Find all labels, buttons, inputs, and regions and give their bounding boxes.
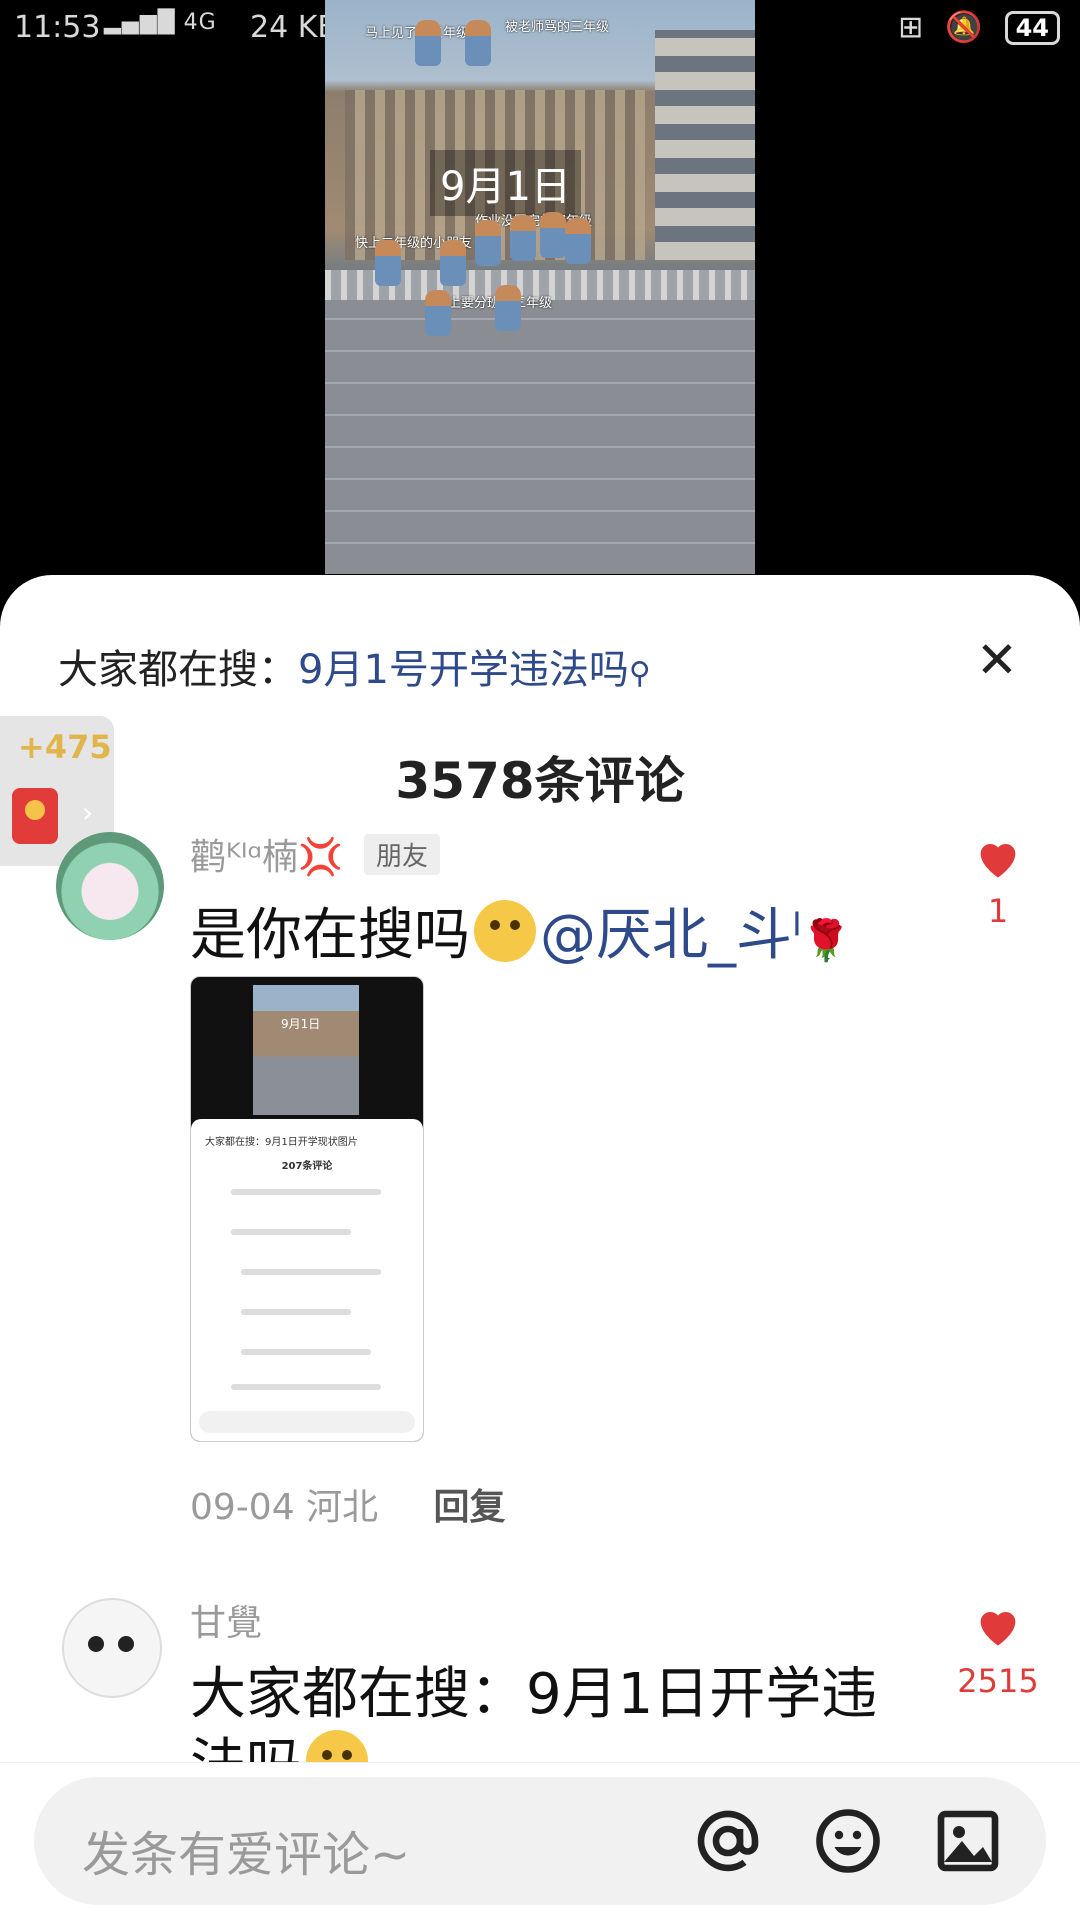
heart-icon[interactable] bbox=[972, 1600, 1024, 1652]
video-figure bbox=[425, 290, 451, 336]
search-icon: ⚲ bbox=[628, 656, 651, 691]
comment-date: 09-04 bbox=[190, 1487, 295, 1528]
comment-input-bar: 发条有爱评论~ bbox=[0, 1762, 1080, 1921]
image-icon[interactable] bbox=[932, 1805, 1004, 1877]
video-date-caption: 9月1日 bbox=[430, 150, 581, 216]
thumbnail-line bbox=[241, 1349, 371, 1355]
chevron-right-icon[interactable]: › bbox=[82, 796, 93, 829]
thumbnail-video bbox=[253, 985, 359, 1115]
thumbnail-line bbox=[241, 1269, 381, 1275]
comment-input[interactable]: 发条有爱评论~ bbox=[34, 1777, 1046, 1905]
video-figure bbox=[415, 20, 441, 66]
video-figure bbox=[475, 220, 501, 266]
signal-icon: ▂▄▆█ 4G bbox=[104, 10, 217, 35]
status-time: 11:53 bbox=[14, 10, 101, 45]
thumbnail-line bbox=[231, 1189, 381, 1195]
thinking-emoji-icon bbox=[474, 900, 536, 962]
comment-location: 河北 bbox=[306, 1487, 379, 1528]
close-icon[interactable]: ✕ bbox=[976, 635, 1018, 685]
avatar[interactable] bbox=[56, 832, 164, 940]
video-figure bbox=[375, 240, 401, 286]
thumbnail-title: 大家都在搜：9月1日开学现状图片 bbox=[205, 1137, 358, 1148]
reply-button[interactable]: 回复 bbox=[434, 1487, 506, 1528]
thumbnail-date: 9月1日 bbox=[281, 1017, 321, 1031]
gamepad-icon: ⊞ bbox=[898, 10, 924, 45]
thumbnail-line bbox=[231, 1229, 351, 1235]
video-figure bbox=[465, 20, 491, 66]
bell-muted-icon: 🔕 bbox=[945, 10, 983, 45]
thumbnail-input bbox=[199, 1411, 415, 1433]
avatar-eye bbox=[88, 1636, 104, 1652]
thumbnail-line bbox=[241, 1309, 351, 1315]
battery-icon: 44 bbox=[1004, 10, 1060, 45]
comment-meta: 09-04 河北 回复 bbox=[190, 1478, 506, 1530]
mention-link[interactable]: @厌北_斗ˡ bbox=[540, 903, 801, 968]
rose-icon: 🌹 bbox=[801, 918, 852, 964]
comment-username[interactable]: 鹳ᴷᴵᵅ楠💢 bbox=[190, 828, 343, 880]
video-figure bbox=[565, 218, 591, 264]
comment-image-thumbnail[interactable]: 9月1日 大家都在搜：9月1日开学现状图片 207条评论 bbox=[190, 976, 424, 1442]
like-count: 1 bbox=[987, 892, 1009, 930]
emoji-icon[interactable] bbox=[812, 1805, 884, 1877]
video-ground bbox=[325, 280, 755, 574]
thumbnail-count: 207条评论 bbox=[281, 1161, 333, 1172]
trending-search[interactable]: 大家都在搜：9月1号开学违法吗⚲ bbox=[58, 637, 651, 695]
video-building-side bbox=[655, 30, 755, 260]
video-figure bbox=[495, 285, 521, 331]
comment-text[interactable]: 是你在搜吗 @厌北_斗ˡ🌹 bbox=[190, 890, 851, 971]
reward-points: +475 bbox=[18, 728, 112, 766]
avatar[interactable] bbox=[62, 1598, 162, 1698]
friend-badge: 朋友 bbox=[364, 834, 441, 875]
trending-search-prefix: 大家都在搜： bbox=[58, 647, 298, 693]
comment-count: 3578条评论 bbox=[395, 752, 685, 810]
comment-username[interactable]: 甘覺 bbox=[190, 1594, 262, 1646]
thumbnail-line bbox=[231, 1384, 381, 1390]
comment-input-placeholder: 发条有爱评论~ bbox=[82, 1827, 411, 1883]
video-figure bbox=[440, 240, 466, 286]
trending-search-keyword[interactable]: 9月1号开学违法吗 bbox=[298, 647, 629, 693]
heart-icon[interactable] bbox=[972, 832, 1024, 884]
like-count: 2515 bbox=[957, 1662, 1039, 1700]
video-figure bbox=[540, 212, 566, 258]
video-preview[interactable]: 9月1日 作业没写完的四年级 快上二年级的小朋友 马上要分班的三年级 被老师骂的… bbox=[325, 0, 755, 574]
video-label: 马上要分班的三年级 bbox=[435, 296, 553, 311]
video-figure bbox=[510, 215, 536, 261]
red-packet-icon bbox=[12, 788, 58, 844]
anger-emoji-icon: 💢 bbox=[298, 837, 343, 878]
at-icon[interactable] bbox=[692, 1805, 764, 1877]
avatar-eye bbox=[118, 1636, 134, 1652]
video-label: 被老师骂的三年级 bbox=[505, 20, 610, 35]
thumbnail-sheet: 大家都在搜：9月1日开学现状图片 207条评论 bbox=[191, 1119, 423, 1441]
